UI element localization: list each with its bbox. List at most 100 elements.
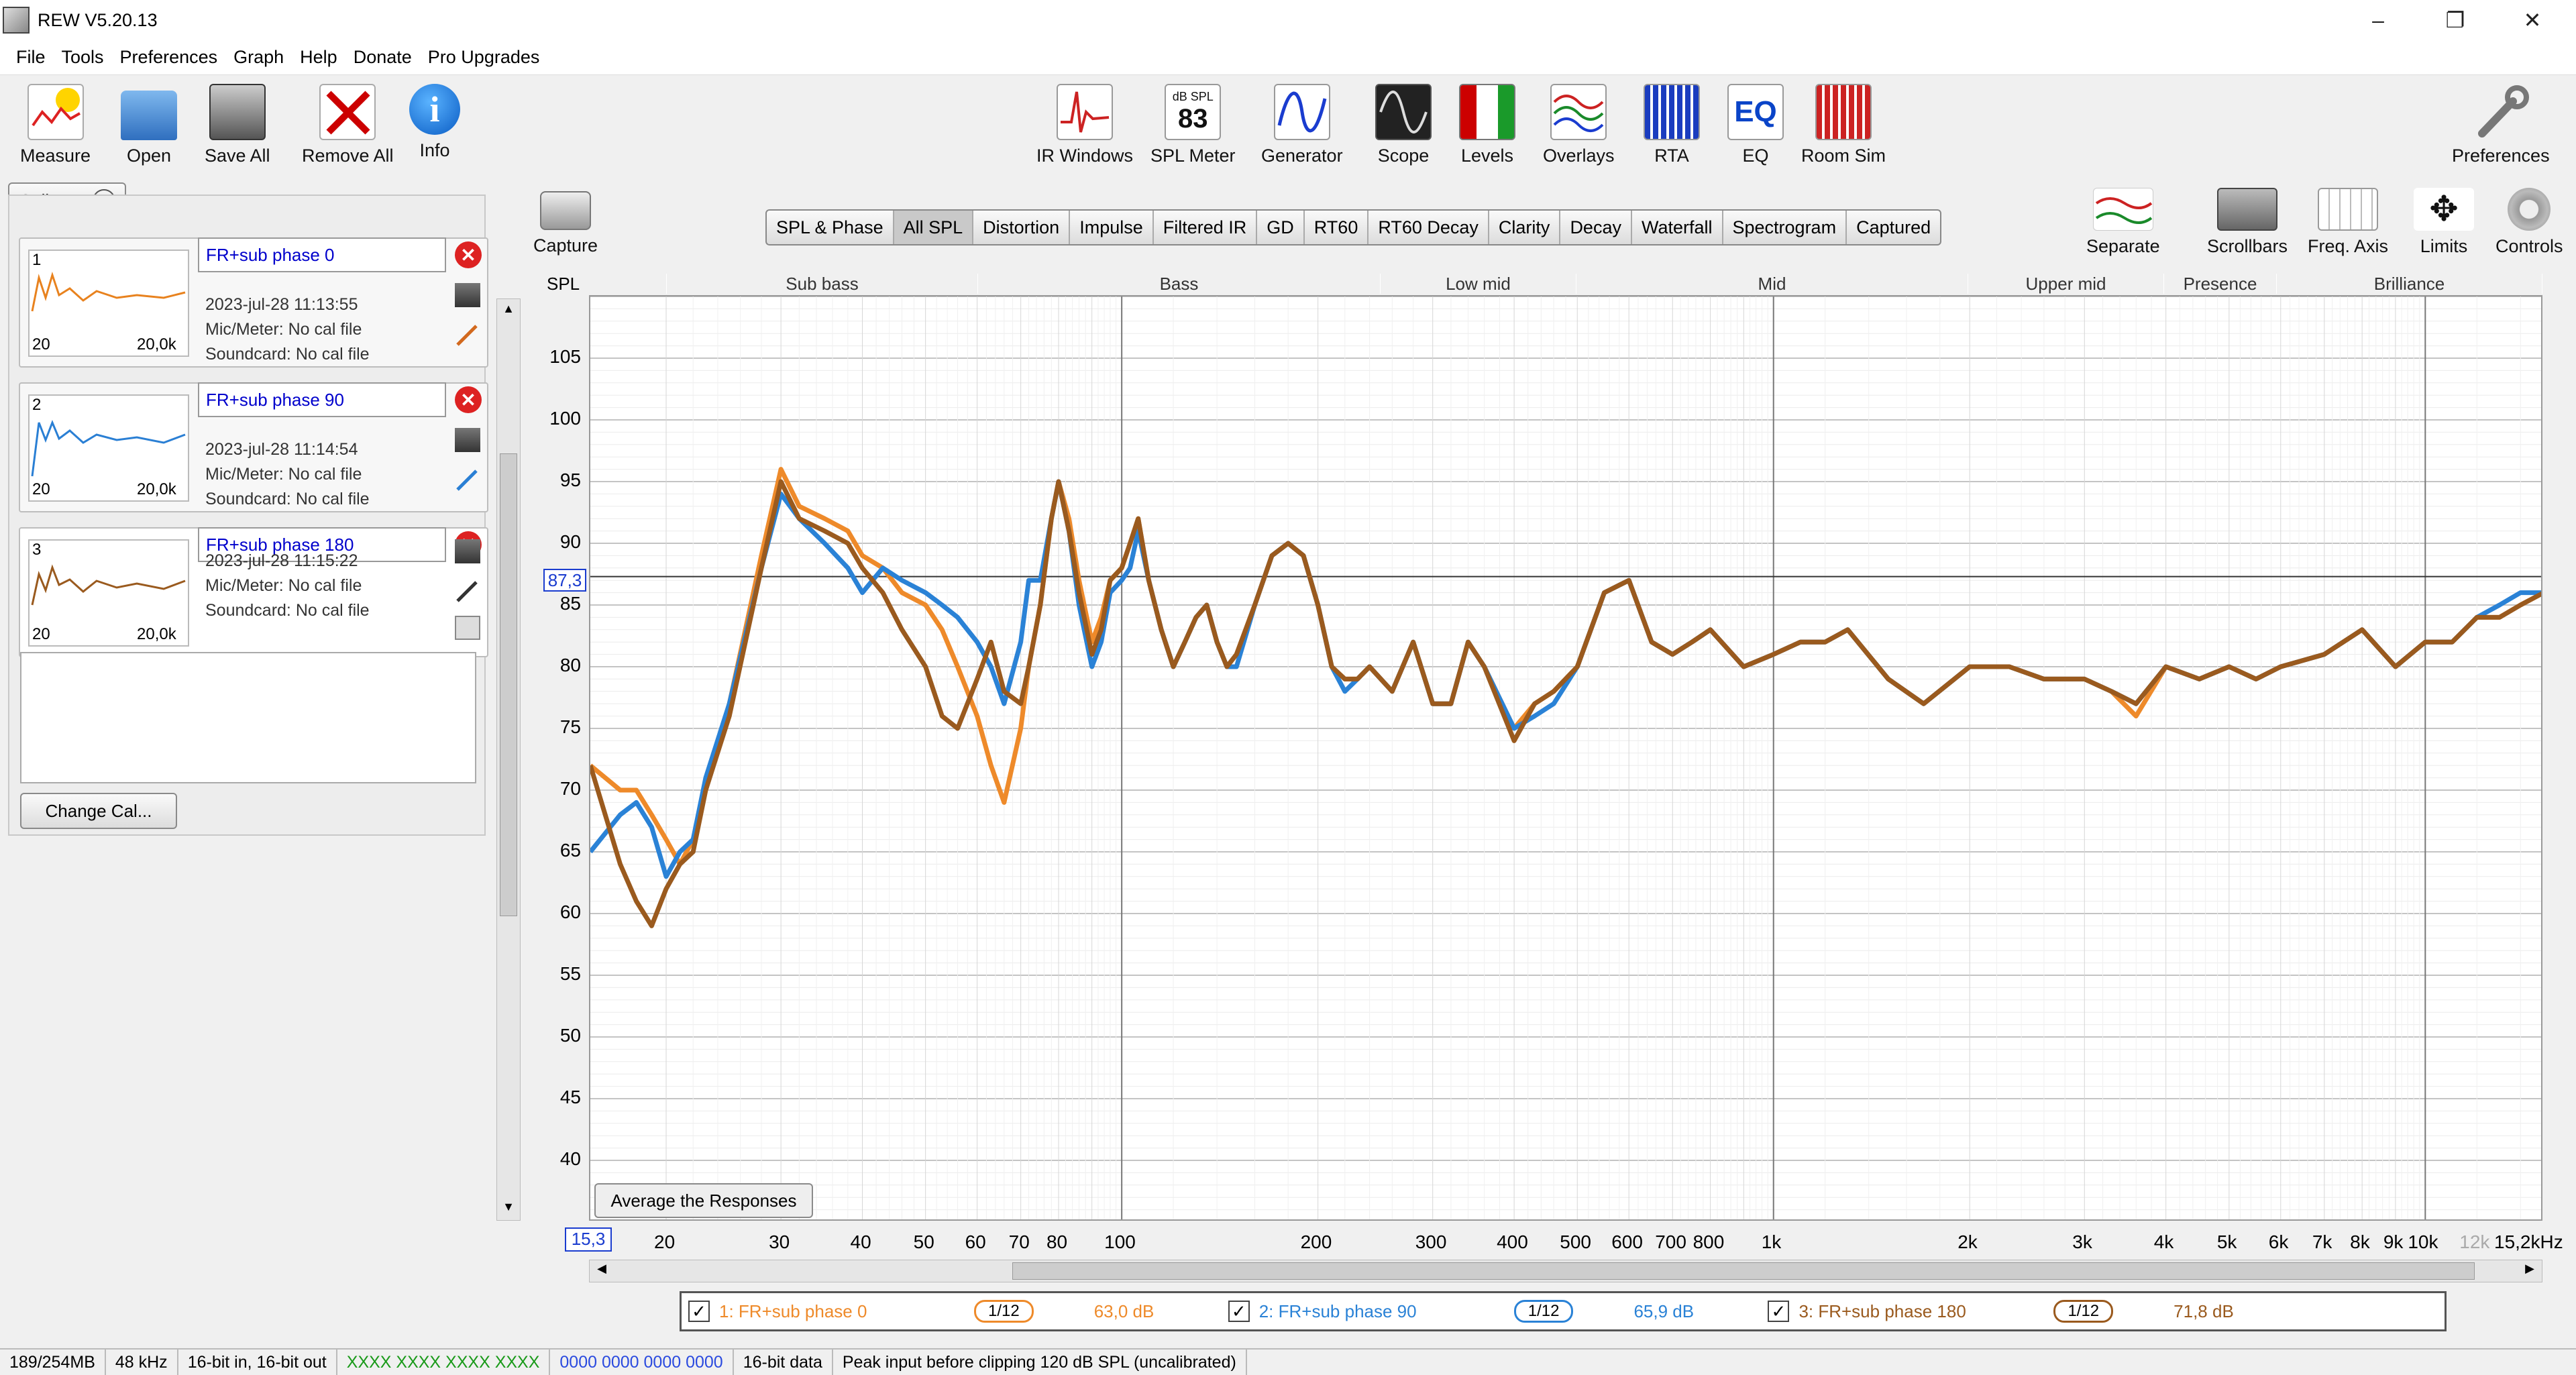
- notes-area[interactable]: [20, 652, 476, 783]
- measurement-soundcard: Soundcard: No cal file: [205, 490, 370, 508]
- separate-button[interactable]: Separate: [2086, 188, 2160, 257]
- status-bit-depth: 16-bit in, 16-bit out: [178, 1350, 337, 1375]
- x-tick-label: 4k: [2153, 1231, 2174, 1252]
- legend-label-2: 2: FR+sub phase 90: [1258, 1301, 1417, 1321]
- open-button[interactable]: Open: [121, 84, 177, 166]
- x-tick-label: 600: [1611, 1231, 1643, 1252]
- generator-icon: [1273, 84, 1330, 140]
- tab-impulse[interactable]: Impulse: [1070, 211, 1154, 244]
- x-tick-label: 700: [1655, 1231, 1686, 1252]
- smoothing-selector-1[interactable]: 1/12: [974, 1300, 1034, 1323]
- y-tick-label: 65: [559, 840, 581, 861]
- eq-button[interactable]: EQ EQ: [1727, 84, 1784, 166]
- x-tick-label: 50: [913, 1231, 934, 1252]
- y-tick-label: 100: [549, 408, 581, 429]
- capture-button[interactable]: Capture: [533, 191, 598, 256]
- tab-waterfall[interactable]: Waterfall: [1632, 211, 1723, 244]
- legend-checkbox-1[interactable]: ✓: [688, 1301, 710, 1322]
- remove-measurement-icon[interactable]: ✕: [455, 241, 482, 268]
- legend-checkbox-3[interactable]: ✓: [1768, 1301, 1790, 1322]
- horizontal-scrollbar[interactable]: ◀ ▶: [589, 1260, 2542, 1282]
- legend-checkbox-2[interactable]: ✓: [1228, 1301, 1250, 1322]
- menu-donate[interactable]: Donate: [354, 47, 412, 68]
- tab-decay[interactable]: Decay: [1560, 211, 1632, 244]
- spl-meter-button[interactable]: dB SPL 83 SPL Meter: [1150, 84, 1236, 166]
- x-tick-label: 6k: [2268, 1231, 2289, 1252]
- room-sim-button[interactable]: Room Sim: [1801, 84, 1886, 166]
- notes-icon[interactable]: [455, 616, 480, 640]
- pen-icon[interactable]: [455, 468, 480, 492]
- controls-button[interactable]: Controls: [2496, 188, 2563, 257]
- remove-measurement-icon[interactable]: ✕: [455, 386, 482, 413]
- x-start-readout[interactable]: 15,3: [565, 1227, 612, 1252]
- room-sim-icon: [1815, 84, 1872, 140]
- tab-gd[interactable]: GD: [1257, 211, 1305, 244]
- remove-all-button[interactable]: Remove All: [302, 84, 394, 166]
- measure-button[interactable]: Measure: [20, 84, 91, 166]
- spl-graph[interactable]: Average the Responses: [589, 295, 2542, 1221]
- tab-spectrogram[interactable]: Spectrogram: [1723, 211, 1847, 244]
- remove-icon: [319, 84, 376, 140]
- levels-button[interactable]: Levels: [1459, 84, 1515, 166]
- horizontal-scroll-thumb[interactable]: [1012, 1262, 2475, 1280]
- tab-distortion[interactable]: Distortion: [973, 211, 1071, 244]
- average-responses-button[interactable]: Average the Responses: [594, 1183, 813, 1218]
- preferences-button[interactable]: Preferences: [2452, 84, 2550, 166]
- scroll-right-icon[interactable]: ▶: [2520, 1262, 2539, 1280]
- scroll-left-icon[interactable]: ◀: [592, 1262, 611, 1280]
- smoothing-selector-3[interactable]: 1/12: [2053, 1300, 2114, 1323]
- measurement-item-2[interactable]: 2 20 20,0k FR+sub phase 90 ✕ 2023-jul-28…: [19, 382, 488, 512]
- menu-tools[interactable]: Tools: [62, 47, 104, 68]
- freq-axis-button[interactable]: Freq. Axis: [2308, 188, 2388, 257]
- status-data-format: 16-bit data: [734, 1350, 833, 1375]
- minimize-button[interactable]: –: [2341, 0, 2415, 40]
- scrollbars-button[interactable]: Scrollbars: [2207, 188, 2288, 257]
- tab-spl-phase[interactable]: SPL & Phase: [767, 211, 894, 244]
- y-tick-label: 85: [559, 593, 581, 614]
- measurement-soundcard: Soundcard: No cal file: [205, 345, 370, 364]
- measurement-name-input-2[interactable]: FR+sub phase 90: [198, 382, 446, 417]
- save-icon[interactable]: [455, 539, 480, 563]
- change-cal-button[interactable]: Change Cal...: [20, 793, 177, 829]
- scope-button[interactable]: Scope: [1375, 84, 1432, 166]
- ir-windows-button[interactable]: IR Windows: [1036, 84, 1133, 166]
- limits-button[interactable]: ✥ Limits: [2414, 188, 2474, 257]
- overlays-button[interactable]: Overlays: [1543, 84, 1615, 166]
- freq-axis-icon: [2318, 188, 2379, 231]
- menu-help[interactable]: Help: [300, 47, 337, 68]
- scroll-up-icon[interactable]: ▲: [500, 302, 517, 319]
- tab-filtered-ir[interactable]: Filtered IR: [1154, 211, 1258, 244]
- measurement-mic: Mic/Meter: No cal file: [205, 465, 362, 484]
- spl-chart-svg: [590, 296, 2541, 1219]
- info-button[interactable]: i Info: [409, 84, 460, 161]
- close-button[interactable]: ✕: [2496, 0, 2569, 40]
- save-icon[interactable]: [455, 428, 480, 452]
- measurement-item-1[interactable]: 1 20 20,0k FR+sub phase 0 ✕ 2023-jul-28 …: [19, 237, 488, 368]
- pen-icon[interactable]: [455, 323, 480, 347]
- tab-all-spl[interactable]: All SPL: [894, 211, 974, 244]
- folder-icon: [121, 91, 177, 140]
- menu-pro-upgrades[interactable]: Pro Upgrades: [428, 47, 540, 68]
- tab-rt60-decay[interactable]: RT60 Decay: [1368, 211, 1489, 244]
- tab-captured[interactable]: Captured: [1847, 211, 1940, 244]
- smoothing-selector-2[interactable]: 1/12: [1513, 1300, 1574, 1323]
- menu-graph[interactable]: Graph: [233, 47, 284, 68]
- restore-button[interactable]: ❐: [2418, 0, 2492, 40]
- vertical-scrollbar[interactable]: ▲ ▼: [496, 298, 521, 1221]
- tab-clarity[interactable]: Clarity: [1489, 211, 1561, 244]
- x-tick-label: 100: [1104, 1231, 1136, 1252]
- band-presence: Presence: [2164, 274, 2277, 294]
- menu-file[interactable]: File: [16, 47, 46, 68]
- menu-preferences[interactable]: Preferences: [120, 47, 218, 68]
- scroll-down-icon[interactable]: ▼: [500, 1200, 517, 1217]
- rta-button[interactable]: RTA: [1644, 84, 1700, 166]
- save-icon[interactable]: [455, 283, 480, 307]
- tab-rt60[interactable]: RT60: [1305, 211, 1369, 244]
- measurement-name-input-1[interactable]: FR+sub phase 0: [198, 237, 446, 272]
- y-tick-label: 40: [559, 1148, 581, 1169]
- generator-button[interactable]: Generator: [1261, 84, 1343, 166]
- vertical-scroll-thumb[interactable]: [500, 453, 517, 916]
- pen-icon[interactable]: [455, 580, 480, 604]
- measurement-item-3[interactable]: 3 20 20,0k FR+sub phase 180 ✕ 2023-jul-2…: [19, 527, 488, 657]
- save-all-button[interactable]: Save All: [205, 84, 270, 166]
